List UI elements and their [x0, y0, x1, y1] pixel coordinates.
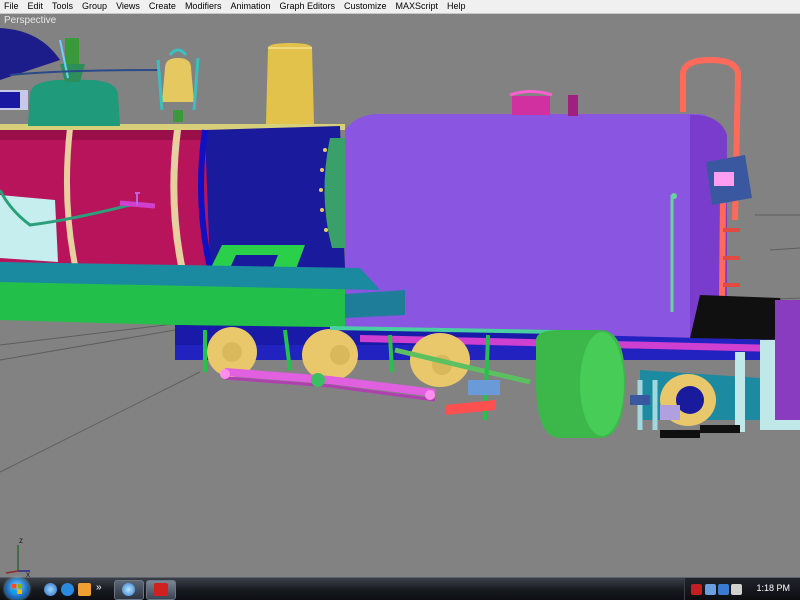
quicklaunch-globe-icon[interactable] [44, 583, 57, 596]
viewport-label[interactable]: Perspective [4, 15, 56, 26]
system-tray: 1:18 PM [684, 578, 800, 600]
app-globe-icon [122, 583, 135, 596]
clock[interactable]: 1:18 PM [756, 583, 790, 593]
menu-modifiers[interactable]: Modifiers [181, 0, 227, 13]
whistle [512, 96, 550, 115]
axis-tripod: z x [5, 536, 30, 577]
tray-network-icon[interactable] [705, 584, 716, 595]
menu-views[interactable]: Views [112, 0, 145, 13]
start-button[interactable] [5, 578, 29, 600]
menu-maxscript[interactable]: MAXScript [392, 0, 444, 13]
quicklaunch-media-icon[interactable] [78, 583, 91, 596]
quicklaunch-chevron[interactable]: » [96, 582, 102, 593]
axis-x-label: x [26, 570, 30, 577]
menu-create[interactable]: Create [145, 0, 181, 13]
tray-flash-icon[interactable] [691, 584, 702, 595]
steam-dome [28, 79, 120, 126]
menu-edit[interactable]: Edit [24, 0, 49, 13]
windows-flag-icon [12, 584, 22, 594]
app-3dsmax-icon [154, 583, 168, 596]
menu-group[interactable]: Group [78, 0, 112, 13]
menu-customize[interactable]: Customize [340, 0, 392, 13]
locomotive-scene [0, 28, 800, 473]
taskbar: » 1:18 PM [0, 577, 800, 600]
menu-tools[interactable]: Tools [48, 0, 78, 13]
bell [162, 58, 194, 102]
tray-volume-icon[interactable] [731, 584, 742, 595]
menu-bar: File Edit Tools Group Views Create Modif… [0, 0, 800, 14]
tray-monitor-icon[interactable] [718, 584, 729, 595]
smokestack [266, 43, 314, 124]
perspective-viewport[interactable]: Perspective z x [0, 14, 800, 577]
menu-graph-editors[interactable]: Graph Editors [275, 0, 340, 13]
quicklaunch-ie-icon[interactable] [61, 583, 74, 596]
axis-z-label: z [19, 536, 23, 545]
taskbar-app-3dsmax[interactable] [146, 580, 176, 600]
taskbar-app-explorer[interactable] [114, 580, 144, 600]
menu-animation[interactable]: Animation [226, 0, 275, 13]
menu-help[interactable]: Help [443, 0, 471, 13]
menu-file[interactable]: File [0, 0, 24, 13]
